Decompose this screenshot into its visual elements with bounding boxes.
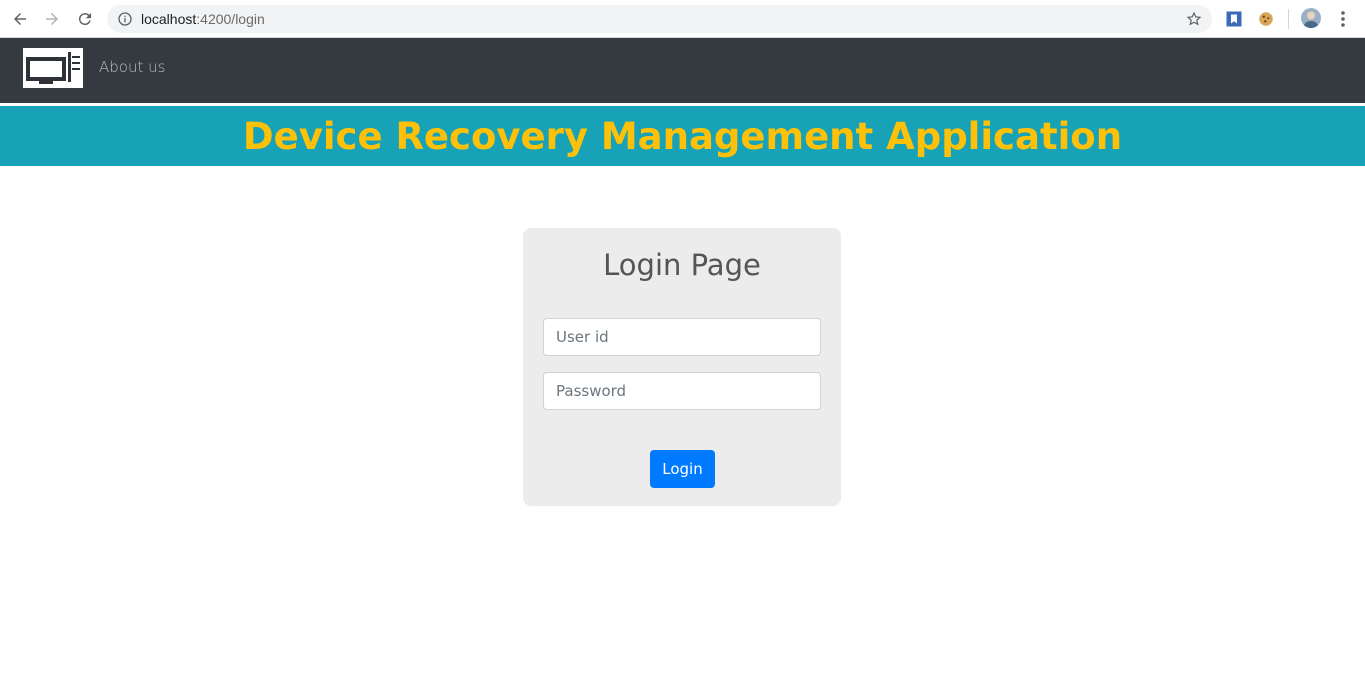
url-path: :4200/login xyxy=(196,11,265,27)
app-logo[interactable] xyxy=(23,48,83,88)
url-text: localhost:4200/login xyxy=(141,11,265,27)
monitor-logo-icon xyxy=(23,48,83,88)
login-button[interactable]: Login xyxy=(650,450,715,488)
userid-field[interactable] xyxy=(543,318,821,356)
password-field[interactable] xyxy=(543,372,821,410)
info-icon[interactable] xyxy=(117,11,133,27)
about-us-link[interactable]: About us xyxy=(99,58,165,76)
forward-button[interactable] xyxy=(40,7,64,31)
profile-avatar[interactable] xyxy=(1301,8,1321,28)
star-icon[interactable] xyxy=(1186,11,1202,27)
url-host: localhost xyxy=(141,11,197,27)
user-avatar-icon xyxy=(1303,11,1319,28)
address-bar[interactable]: localhost:4200/login xyxy=(107,5,1212,33)
arrow-left-icon xyxy=(14,13,26,25)
reload-button[interactable] xyxy=(73,7,97,31)
vertical-dots-icon[interactable] xyxy=(1336,10,1350,28)
back-button[interactable] xyxy=(8,7,32,31)
browser-toolbar: localhost:4200/login xyxy=(0,0,1365,38)
app-navbar: About us xyxy=(0,38,1365,103)
reload-icon xyxy=(78,13,91,26)
cookie-extension-icon[interactable] xyxy=(1257,10,1275,28)
title-banner: Device Recovery Management Application xyxy=(0,106,1365,166)
arrow-right-icon xyxy=(46,13,58,25)
banner-title: Device Recovery Management Application xyxy=(242,114,1123,158)
toolbar-divider xyxy=(1288,9,1289,29)
bookmark-extension-icon[interactable] xyxy=(1225,10,1243,28)
login-card: Login Page Login xyxy=(523,228,841,506)
login-heading: Login Page xyxy=(603,248,761,282)
